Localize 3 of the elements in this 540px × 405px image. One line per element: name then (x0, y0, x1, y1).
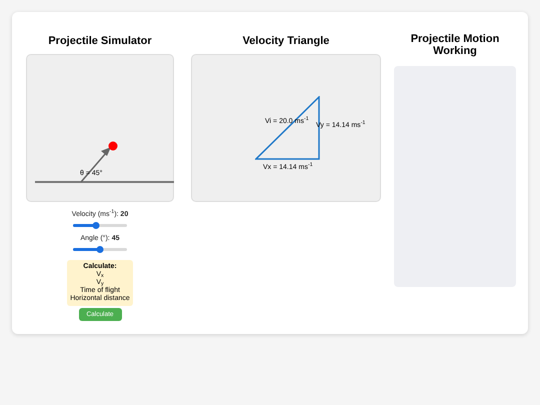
section-title: Projectile Simulator (48, 34, 152, 49)
section-title: Projectile Motion Working (410, 33, 500, 59)
section-title: Velocity Triangle (242, 34, 330, 49)
